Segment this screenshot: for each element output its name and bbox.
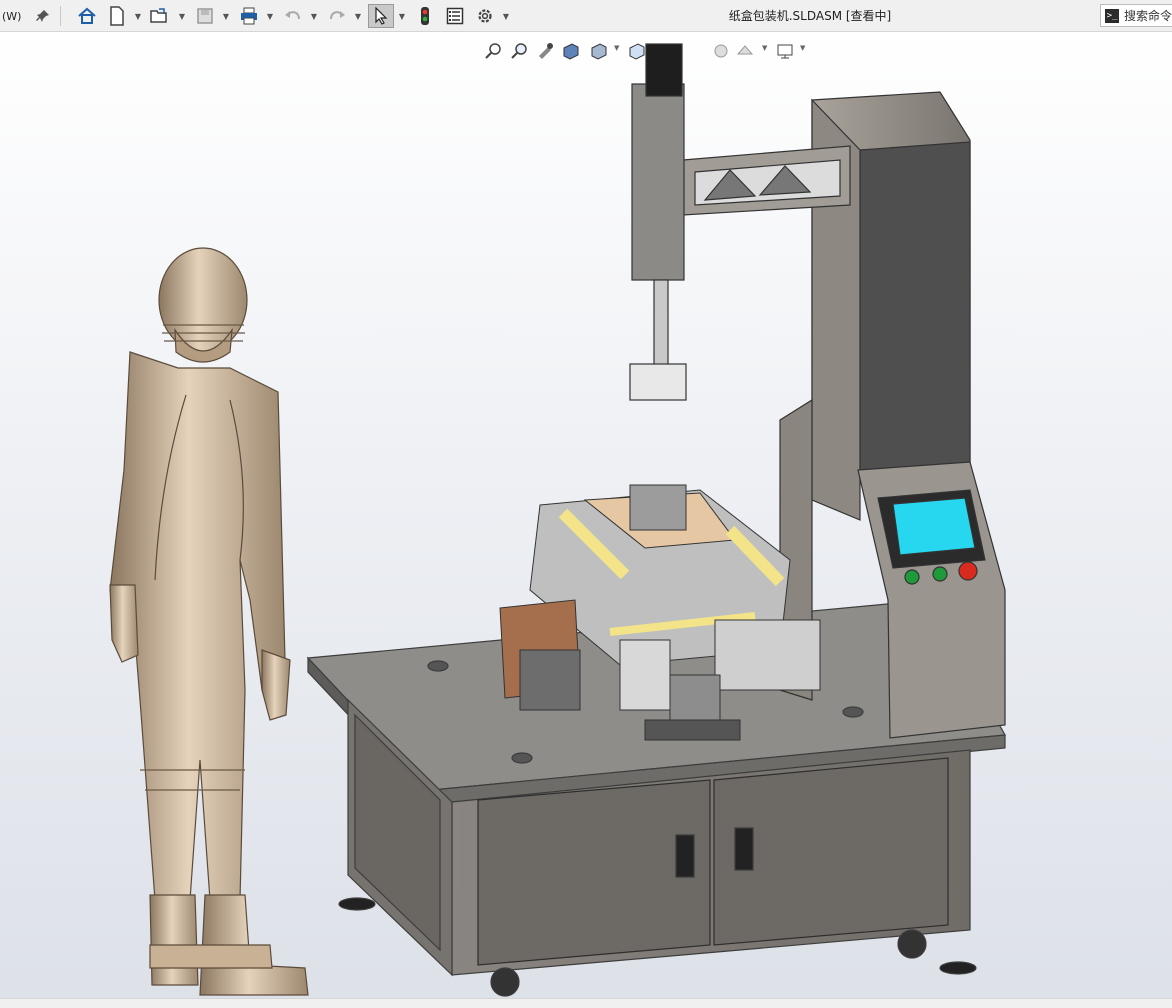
save-dropdown-chevron-icon[interactable]: ▼ [222,4,230,28]
home-icon[interactable] [76,4,98,28]
zoom-to-fit-icon[interactable] [482,40,504,62]
options-dropdown-chevron-icon[interactable]: ▼ [502,4,510,28]
edit-appearance-icon[interactable] [710,40,732,62]
search-commands-input[interactable]: >_ 搜索命令 [1100,4,1172,27]
redo-icon[interactable] [326,4,348,28]
options-icon[interactable] [474,4,496,28]
hmi-screen[interactable] [892,497,976,556]
view-orientation-icon[interactable] [588,40,610,62]
print-dropdown-chevron-icon[interactable]: ▼ [266,4,274,28]
section-view-icon[interactable] [560,40,582,62]
rebuild-icon[interactable] [414,4,436,28]
document-title: 纸盒包装机.SLDASM [查看中] [728,9,892,23]
undo-dropdown-chevron-icon[interactable]: ▼ [310,4,318,28]
apply-scene-icon[interactable] [734,40,756,62]
previous-view-icon[interactable] [534,40,556,62]
save-icon[interactable] [194,4,216,28]
new-document-icon[interactable] [106,4,128,28]
open-icon[interactable] [148,4,170,28]
new-dropdown-chevron-icon[interactable]: ▼ [134,4,142,28]
pin-icon[interactable] [34,4,52,28]
view-settings-dropdown-chevron-icon[interactable]: ▼ [800,44,808,52]
undo-icon[interactable] [282,4,304,28]
search-placeholder: 搜索命令 [1124,9,1172,23]
graphics-area[interactable] [0,32,1172,998]
title-bar: (W) ▼ ▼ ▼ ▼ ▼ ▼ ▼ ▼ 纸盒包装机.SLDASM [查看中] >… [0,0,1172,32]
status-bar [0,998,1172,1008]
print-icon[interactable] [238,4,260,28]
select-dropdown-chevron-icon[interactable]: ▼ [398,4,406,28]
apply-scene-dropdown-chevron-icon[interactable]: ▼ [762,44,770,52]
select-icon[interactable] [368,4,394,28]
open-dropdown-chevron-icon[interactable]: ▼ [178,4,186,28]
toolbar-divider [60,6,61,26]
redo-dropdown-chevron-icon[interactable]: ▼ [354,4,362,28]
zoom-to-area-icon[interactable] [508,40,530,62]
display-style-icon[interactable] [626,40,648,62]
view-orientation-dropdown-chevron-icon[interactable]: ▼ [614,44,622,52]
window-menu[interactable]: (W) [0,4,30,28]
file-properties-icon[interactable] [444,4,466,28]
terminal-icon: >_ [1105,8,1119,23]
view-settings-icon[interactable] [774,40,796,62]
